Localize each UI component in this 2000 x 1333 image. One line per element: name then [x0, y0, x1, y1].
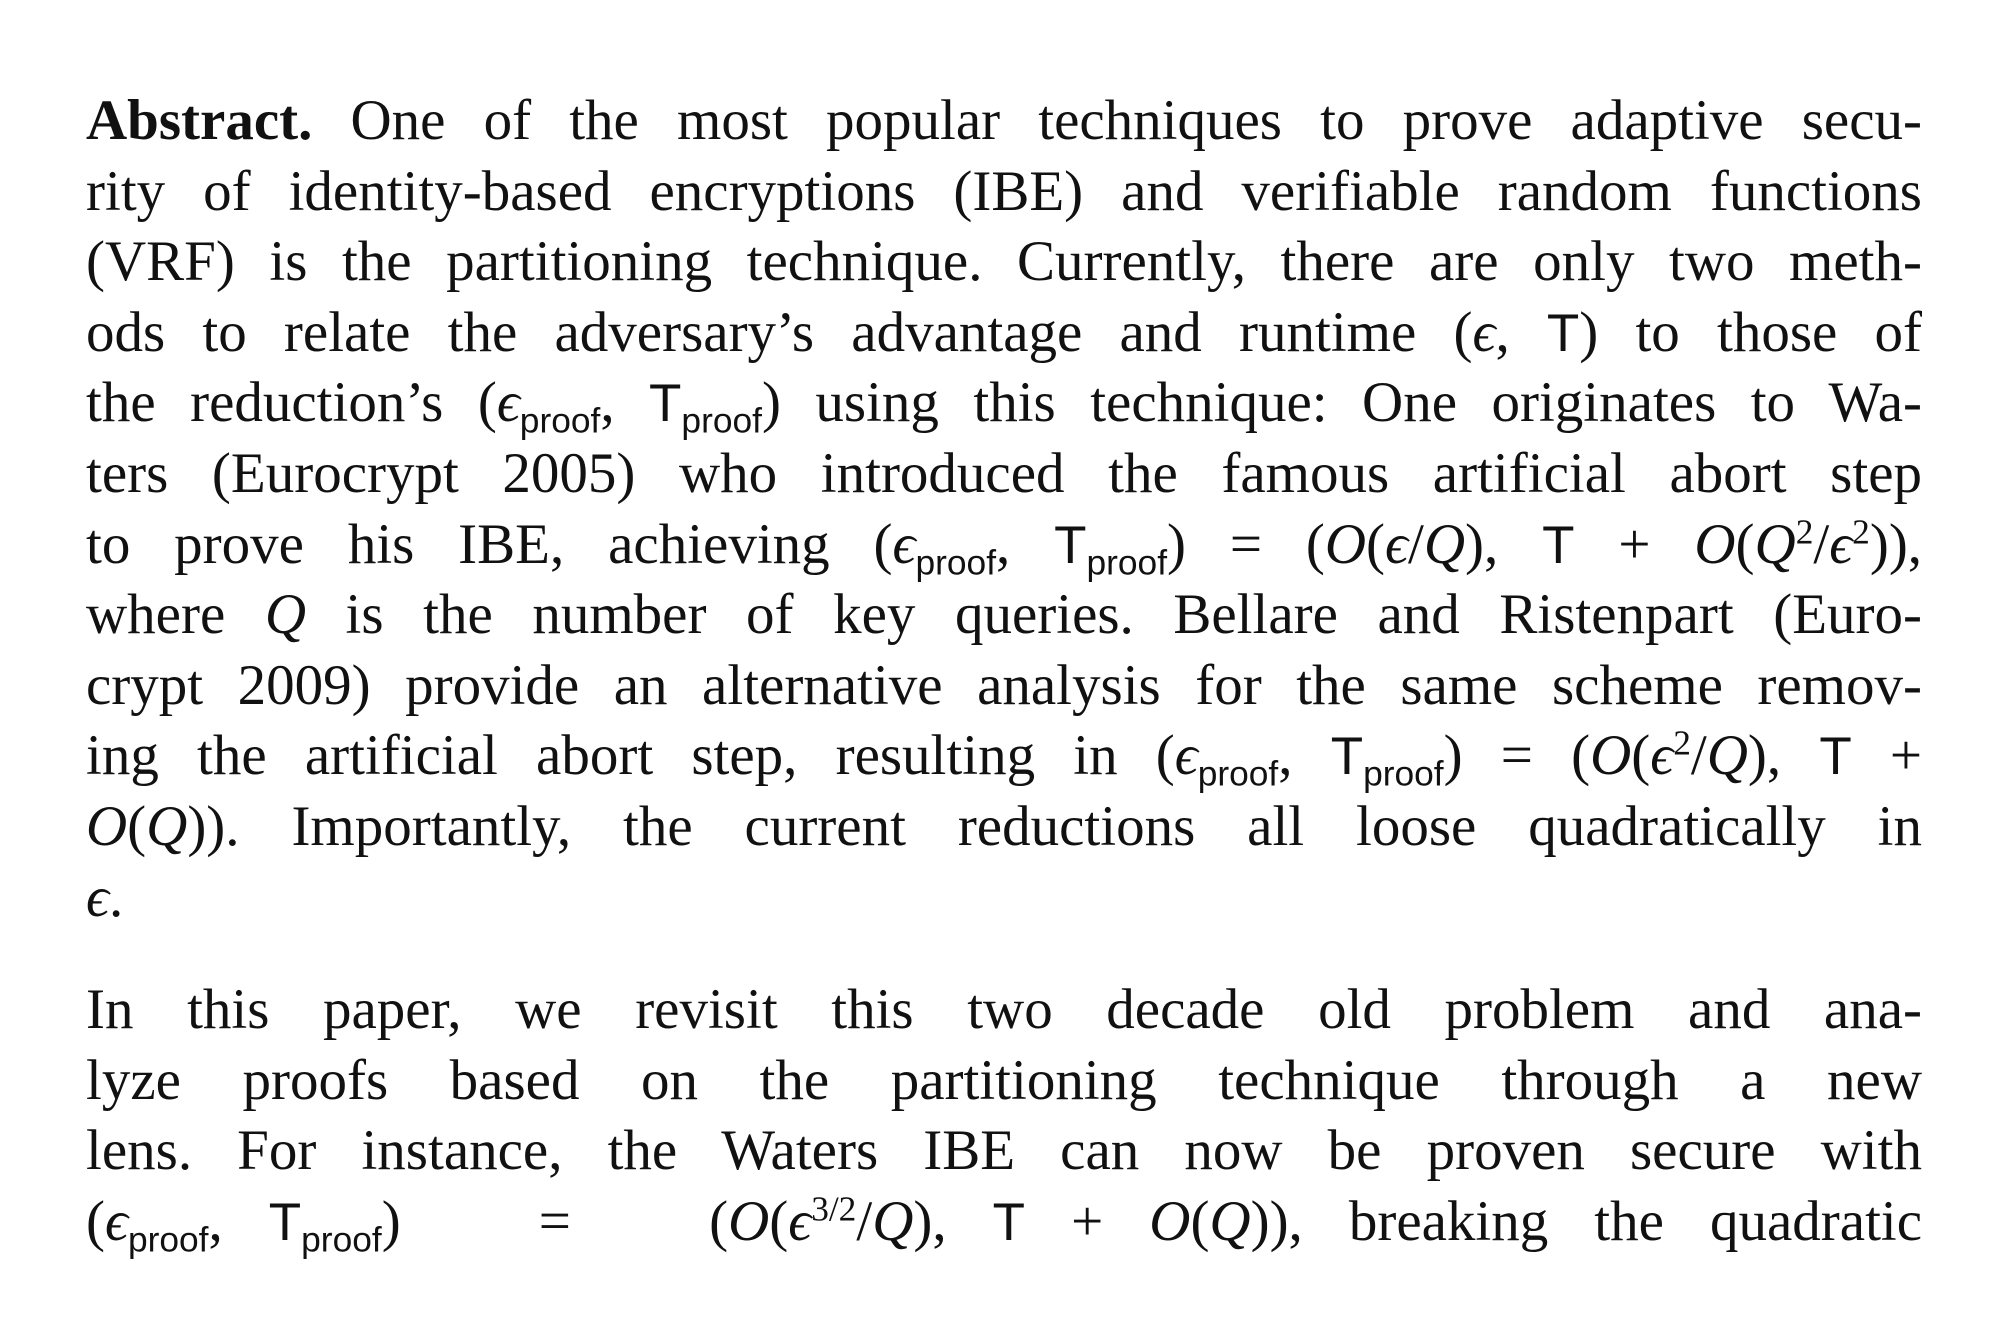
math-br-bound: (ϵproof, Tproof) = (O(ϵ2/Q), T +: [1155, 723, 1923, 794]
line-text: ing the artificial abort step, resulting…: [86, 724, 1156, 788]
text-line: ods to relate the adversary’s advantage …: [86, 298, 1922, 369]
line-text: Importantly, the current reductions all …: [239, 794, 1922, 858]
text-line: In this paper, we revisit this two decad…: [86, 978, 1922, 1042]
line-text: is the number of key queries. Bellare an…: [305, 583, 1922, 647]
math-eps-end: ϵ.: [86, 865, 124, 929]
text-line: the reduction’s (ϵproof, Tproof) using t…: [86, 368, 1922, 439]
text-line: to prove his IBE, achieving (ϵproof, Tpr…: [86, 510, 1922, 581]
text-line: O(Q)). Importantly, the current reductio…: [86, 792, 1922, 863]
text-line: (ϵproof, Tproof) = (O(ϵ3/2/Q), T + O(Q))…: [86, 1187, 1922, 1258]
math-Q: Q: [264, 583, 306, 647]
math-new-bound: (ϵproof, Tproof) = (O(ϵ3/2/Q), T + O(Q))…: [86, 1189, 1303, 1260]
line-text: to those of: [1598, 300, 1922, 364]
math-OQ: O(Q)).: [86, 794, 240, 858]
line-text: using this technique: One originates to …: [780, 371, 1923, 435]
abstract-paragraph-2: In this paper, we revisit this two decad…: [86, 975, 1922, 1257]
math-waters-bound: (ϵproof, Tproof) = (O(ϵ/Q), T + O(Q2/ϵ2)…: [873, 512, 1923, 582]
text-line: where Q is the number of key queries. Be…: [86, 580, 1922, 651]
line-text: where: [86, 583, 265, 647]
abstract-page: Abstract. One of the most popular techni…: [86, 86, 1922, 1258]
math-eps-T: (ϵ, T): [1453, 300, 1599, 364]
text-line: lens. For instance, the Waters IBE can n…: [86, 1119, 1922, 1183]
text-line: Abstract. One of the most popular techni…: [86, 86, 1922, 157]
abstract-paragraph-1: Abstract. One of the most popular techni…: [86, 86, 1922, 933]
text-line: rity of identity-based encryptions (IBE)…: [86, 159, 1922, 223]
text-line: lyze proofs based on the partitioning te…: [86, 1048, 1922, 1112]
abstract-label: Abstract.: [86, 89, 313, 152]
text-line: ing the artificial abort step, resulting…: [86, 721, 1922, 792]
line-text: breaking the quadratic: [1302, 1189, 1923, 1253]
line-text: the reduction’s: [86, 371, 478, 435]
text-line: (VRF) is the partitioning technique. Cur…: [86, 230, 1922, 294]
text-line: ϵ.: [86, 863, 1922, 934]
line-text: ods to relate the adversary’s advantage …: [86, 300, 1454, 364]
line-text: One of the most popular techniques to pr…: [312, 89, 1922, 152]
text-line: ters (Eurocrypt 2005) who introduced the…: [86, 441, 1922, 505]
math-eps-T-proof: (ϵproof, Tproof): [477, 371, 781, 441]
text-line: crypt 2009) provide an alternative analy…: [86, 653, 1922, 717]
line-text: to prove his IBE, achieving: [86, 512, 874, 576]
